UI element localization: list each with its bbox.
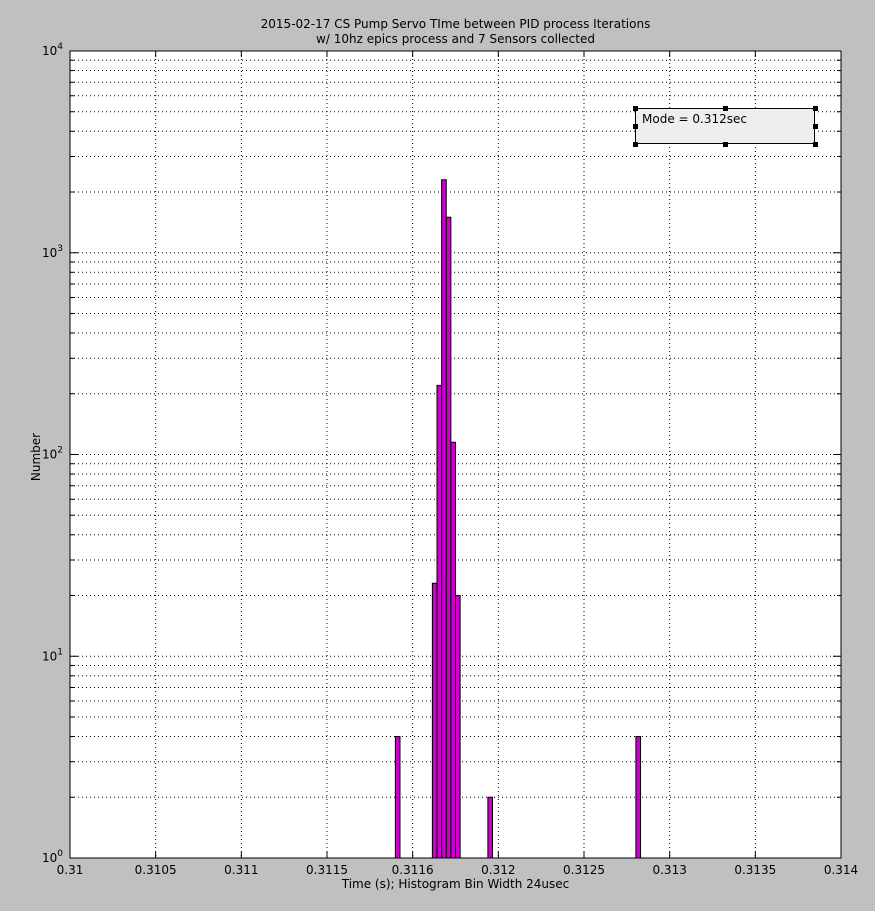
histogram-bar [487,796,494,859]
annotation-resize-handle[interactable] [813,106,818,111]
x-tick-label: 0.3105 [135,863,177,877]
x-tick-label: 0.3135 [734,863,776,877]
histogram-bar [436,384,443,859]
histogram-bar [635,736,642,859]
annotation-resize-handle[interactable] [633,124,638,129]
annotation-resize-handle[interactable] [723,106,728,111]
y-tick-label: 102 [42,446,63,462]
x-tick-label: 0.31 [57,863,84,877]
x-tick-label: 0.314 [824,863,858,877]
histogram-bar [445,216,452,859]
x-tick-label: 0.3115 [306,863,348,877]
x-axis-label: Time (s); Histogram Bin Width 24usec [341,877,570,891]
y-tick-label: 103 [42,244,63,260]
histogram-bar [441,179,447,859]
x-tick-label: 0.313 [652,863,686,877]
annotation-resize-handle[interactable] [633,142,638,147]
annotation-resize-handle[interactable] [633,106,638,111]
x-tick-label: 0.311 [224,863,258,877]
x-tick-label: 0.312 [481,863,515,877]
annotation-resize-handle[interactable] [813,142,818,147]
x-tick-label: 0.3125 [563,863,605,877]
figure: 2015-02-17 CS Pump Servo TIme between PI… [0,0,875,911]
histogram-bar [394,736,401,859]
mode-annotation-box[interactable]: Mode = 0.312sec [633,106,818,147]
mode-annotation-text: Mode = 0.312sec [642,112,747,126]
annotation-resize-handle[interactable] [723,142,728,147]
x-tick-label: 0.3116 [392,863,434,877]
histogram-bar [450,441,456,859]
y-axis-label: Number [29,432,43,482]
y-tick-label: 101 [42,647,63,663]
histogram-bar [455,595,461,859]
y-tick-label: 104 [42,42,63,58]
histogram-bar [431,582,438,859]
annotation-resize-handle[interactable] [813,124,818,129]
